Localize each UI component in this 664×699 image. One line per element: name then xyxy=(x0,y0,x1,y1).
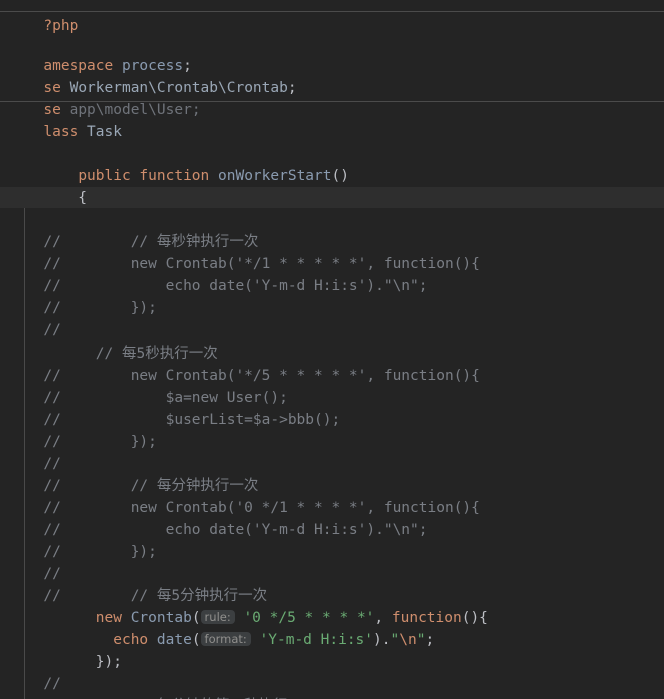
code-line-commented[interactable]: // // 每分钟的第一秒执行 xyxy=(0,676,655,699)
code-line-commented[interactable]: // echo date('Y-m-d H:i:s')."\n"; xyxy=(0,500,655,538)
code-line-active[interactable]: echo date(format: 'Y-m-d H:i:s')."\n"; xyxy=(0,610,655,648)
code-token-brace: { xyxy=(43,190,88,206)
code-line-commented[interactable]: // // 每5分钟执行一次 xyxy=(0,566,655,604)
code-token: ?php xyxy=(43,18,79,34)
code-token-keyword: lass xyxy=(43,124,88,140)
code-line-active[interactable]: }); xyxy=(0,632,655,670)
code-line[interactable]: { xyxy=(0,168,655,206)
code-line-commented[interactable]: // }); xyxy=(0,522,655,560)
code-line[interactable]: lass Task xyxy=(0,102,655,140)
code-lines-layer: ?php amespace process; se Workerman\Cron… xyxy=(0,0,655,699)
code-line-commented[interactable]: // $a=new User(); xyxy=(0,368,655,406)
code-line-commented[interactable]: // // 每分钟执行一次 xyxy=(0,456,655,494)
code-line[interactable]: public function onWorkerStart() xyxy=(0,146,655,184)
code-line-commented[interactable]: // xyxy=(0,544,655,582)
code-line[interactable]: se Workerman\Crontab\Crontab; xyxy=(0,58,655,96)
code-line-commented[interactable]: // echo date('Y-m-d H:i:s')."\n"; xyxy=(0,256,655,294)
code-line-commented[interactable]: // new Crontab('*/1 * * * * *', function… xyxy=(0,234,655,272)
code-line[interactable]: ?php xyxy=(0,0,655,34)
code-token-class-name: Task xyxy=(87,124,122,140)
code-editor[interactable]: ?php amespace process; se Workerman\Cron… xyxy=(0,0,664,699)
code-line-commented[interactable]: // xyxy=(0,654,655,692)
code-line[interactable]: amespace process; xyxy=(0,36,655,74)
code-line-commented[interactable]: // xyxy=(0,434,655,472)
code-line-commented[interactable]: // new Crontab('*/5 * * * * *', function… xyxy=(0,346,655,384)
code-line[interactable]: // 每5秒执行一次 xyxy=(0,324,655,362)
code-line-commented[interactable]: // // 每秒钟执行一次 xyxy=(0,212,655,250)
code-line[interactable]: se app\model\User; xyxy=(0,80,655,118)
code-line-commented[interactable]: // new Crontab('0 */1 * * * *', function… xyxy=(0,478,655,516)
code-line-commented[interactable]: // }); xyxy=(0,412,655,450)
code-line-commented[interactable]: // xyxy=(0,300,655,338)
code-line-commented[interactable]: // }); xyxy=(0,278,655,316)
code-line-active[interactable]: new Crontab(rule: '0 */5 * * * *', funct… xyxy=(0,588,655,626)
code-line-commented[interactable]: // $userList=$a->bbb(); xyxy=(0,390,655,428)
